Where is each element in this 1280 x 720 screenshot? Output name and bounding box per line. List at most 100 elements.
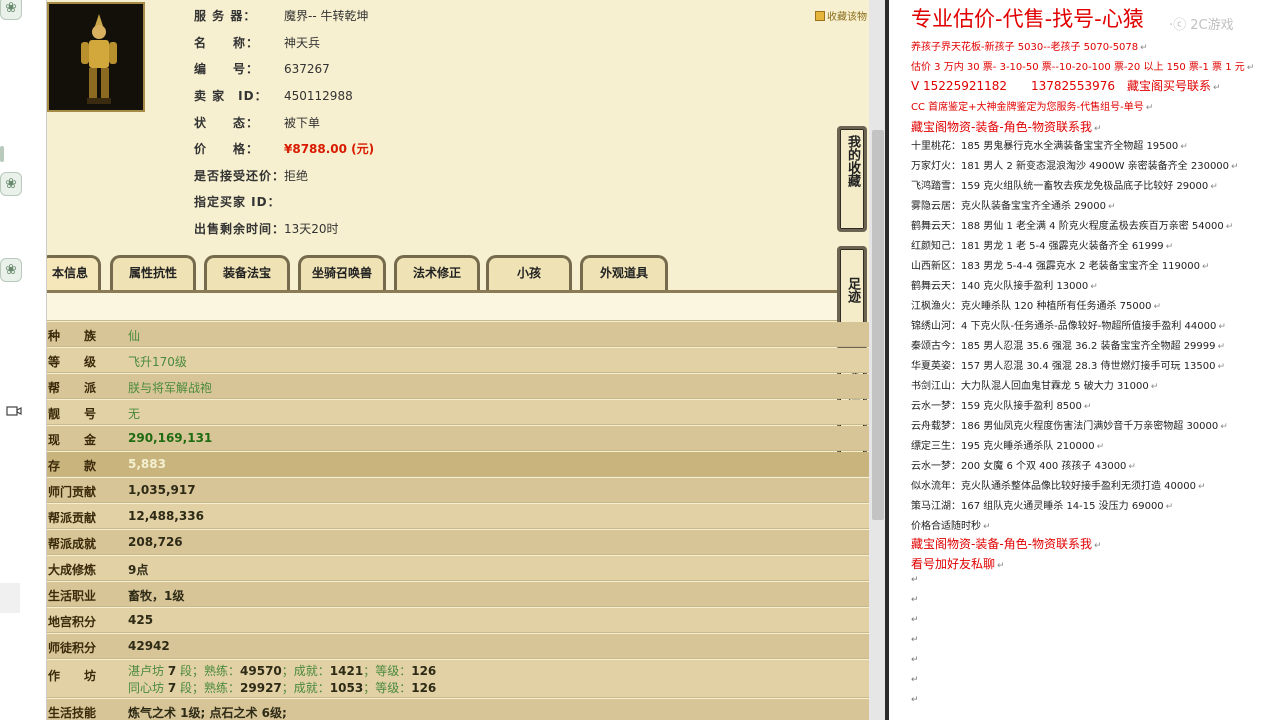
name-label: 名 称： <box>194 36 260 50</box>
paragraph-mark: ↵ <box>1090 282 1098 292</box>
doc-line: 鹤舞云天：140 克火队接手盈利 13000 ↵ <box>911 277 1098 292</box>
doc-line-text: 红颜知己：181 男龙 1 老 5-4 强霹克火装备齐全 61999 <box>911 241 1164 252</box>
row-value: 畜牧，1级 <box>128 589 185 603</box>
id-label: 编 号： <box>194 62 260 76</box>
camera-icon[interactable] <box>6 405 24 419</box>
row-key: 现 金 <box>48 433 97 447</box>
tab-attributes[interactable]: 属性抗性 <box>110 255 196 291</box>
tab-mounts-pets[interactable]: 坐骑召唤兽 <box>298 255 386 291</box>
doc-line: 藏宝阁物资-装备-角色-物资联系我 ↵ <box>911 535 1102 552</box>
tab-label: 小孩 <box>516 266 541 280</box>
row-key: 帮派成就 <box>48 537 97 551</box>
tab-children[interactable]: 小孩 <box>486 255 572 291</box>
doc-line-text: 云水一梦：159 克火队接手盈利 8500 <box>911 401 1082 412</box>
workshop-name: 同心坊 <box>128 681 165 695</box>
doc-line-text: 缥定三生：195 克火睡杀通杀队 210000 <box>911 441 1095 452</box>
paragraph-mark: ↵ <box>1220 422 1228 432</box>
doc-line-text: 雾隐云居：克火队装备宝宝齐全通杀 29000 <box>911 201 1106 212</box>
row-value: 仙 <box>128 329 141 343</box>
doc-line: 江枫渔火：克火睡杀队 120 种植所有任务通杀 75000 ↵ <box>911 297 1161 312</box>
app-icon[interactable]: ❀ <box>0 258 22 282</box>
doc-line: V 15225921182 13782553976 藏宝阁买号联系 ↵ <box>911 77 1221 94</box>
row-value: 飞升170级 <box>128 355 187 369</box>
app-icon[interactable] <box>0 146 4 162</box>
doc-line: 飞鸿踏雪：159 克火组队统一畜牧去疾龙免极品底子比较好 29000 ↵ <box>911 177 1218 192</box>
row-key: 种 族 <box>48 329 97 343</box>
paragraph-mark: ↵ <box>1128 462 1136 472</box>
scrollbar-thumb[interactable] <box>872 130 884 520</box>
id-value: 637267 <box>284 62 330 76</box>
info-status: 状 态： 被下单 <box>194 114 320 132</box>
doc-title: 专业估价-代售-找号-心猿 <box>911 7 1144 31</box>
row-key: 帮派贡献 <box>48 511 97 525</box>
doc-line: 似水流年：克火队通杀整体品像比较好接手盈利无须打造 40000 ↵ <box>911 477 1206 492</box>
doc-line-text: 策马江湖：167 组队克火通灵睡杀 14-15 没压力 69000 <box>911 501 1164 512</box>
row-key: 存 款 <box>48 459 97 473</box>
table-row: 师徒积分 42942 <box>47 634 869 659</box>
paragraph-mark: ↵ <box>1198 482 1206 492</box>
tab-equipment[interactable]: 装备法宝 <box>204 255 290 291</box>
workshop-sep: 段；熟练： <box>176 664 241 678</box>
tab-label: 装备法宝 <box>222 266 271 280</box>
paragraph-mark: ↵ <box>1165 242 1174 252</box>
info-name: 名 称： 神天兵 <box>194 34 320 52</box>
info-seller: 卖 家 ID： 450112988 <box>194 87 353 105</box>
doc-line-text: 估价 3 万内 30 票- 3-10-50 票--10-20-100 票-20 … <box>911 62 1245 73</box>
doc-line-text: 鹤舞云天：188 男仙 1 老全满 4 阶克火程度孟极去疾百万亲密 54000 <box>911 221 1224 232</box>
my-favorites-button[interactable]: 我的收藏 <box>837 126 867 232</box>
workshop-ach: 1421 <box>329 664 364 678</box>
left-sidebar-strip: ❀ ❀ ❀ <box>0 0 47 720</box>
server-label: 服 务 器： <box>194 9 257 23</box>
table-row: 种 族仙 <box>47 322 869 347</box>
empty-paragraph-mark: ↵ <box>911 615 919 625</box>
row-value: 42942 <box>128 639 170 653</box>
tab-basic-info[interactable]: 本信息 <box>47 255 101 291</box>
paragraph-mark: ↵ <box>1108 202 1116 212</box>
doc-line: 策马江湖：167 组队克火通灵睡杀 14-15 没压力 69000 ↵ <box>911 497 1173 512</box>
workshop-line: 同心坊 7 段；熟练：29927；成就：1053；等级：126 <box>128 679 436 696</box>
paragraph-mark: ↵ <box>1218 322 1226 332</box>
workshop-lv: 126 <box>411 681 437 695</box>
workshop-skill: 49570 <box>240 664 282 678</box>
workshop-lv: 126 <box>411 664 437 678</box>
workshop-level: 7 <box>167 664 177 678</box>
doc-line-text: 云水一梦：200 女魔 6 个双 400 孩孩子 43000 <box>911 461 1127 472</box>
item-detail-panel: 服 务 器： 魔界-- 牛转乾坤 名 称： 神天兵 编 号： 637267 卖 家 I… <box>47 0 869 720</box>
doc-line-text: 藏宝阁物资-装备-角色-物资联系我 <box>911 537 1092 551</box>
paragraph-mark: ↵ <box>1246 63 1255 73</box>
status-value: 被下单 <box>284 116 321 130</box>
workshop-skill: 29927 <box>240 681 282 695</box>
paragraph-mark: ↵ <box>1225 222 1234 232</box>
favorite-link[interactable]: 收藏该物 <box>815 8 867 23</box>
doc-line-text: 山西新区：183 男龙 5-4-4 强霹克水 2 老装备宝宝齐全 119000 <box>911 261 1200 272</box>
remaining-label: 出售剩余时间： <box>194 222 286 236</box>
workshop-sep: ；等级： <box>363 664 412 678</box>
paragraph-mark: ↵ <box>1153 302 1161 312</box>
paragraph-mark: ↵ <box>997 561 1005 571</box>
row-value: 朕与将军解战袍 <box>128 381 213 395</box>
doc-line-text: 书剑江山：大力队混人回血鬼甘霖龙 5 破大力 31000 <box>911 381 1149 392</box>
my-favorites-label: 我的收藏 <box>845 135 860 187</box>
doc-line: 雾隐云居：克火队装备宝宝齐全通杀 29000 ↵ <box>911 197 1116 212</box>
strip-tab[interactable] <box>0 583 20 613</box>
doc-line: 华夏英姿：157 男人忍混 30.4 强混 28.3 侍世燃灯接手可玩 1350… <box>911 357 1225 372</box>
tab-appearance[interactable]: 外观道具 <box>580 255 668 291</box>
app-icon[interactable]: ❀ <box>0 172 22 196</box>
name-value: 神天兵 <box>284 36 321 50</box>
doc-line: 云水一梦：200 女魔 6 个双 400 孩孩子 43000 ↵ <box>911 457 1136 472</box>
app-icon[interactable]: ❀ <box>0 0 22 20</box>
workshop-ach: 1053 <box>329 681 364 695</box>
doc-line-text: 云舟载梦：186 男仙凤克火程度伤害法门满妙音千万亲密物超 30000 <box>911 421 1219 432</box>
row-key: 师门贡献 <box>48 485 97 499</box>
doc-line: 万家灯火：181 男人 2 新变态混浪淘沙 4900W 亲密装备齐全 23000… <box>911 157 1239 172</box>
ad-document: 专业估价-代售-找号-心猿 ·ⓒ 2C游戏 养孩子界天花板-新孩子 5030--… <box>889 0 1280 720</box>
workshop-sep: 段；熟练： <box>176 681 241 695</box>
row-value: 5,883 <box>128 457 166 471</box>
tab-label: 属性抗性 <box>128 266 177 280</box>
tab-spell-mods[interactable]: 法术修正 <box>394 255 480 291</box>
server-value: 魔界-- 牛转乾坤 <box>284 9 369 23</box>
doc-line-text: CC 首席鉴定+大神金牌鉴定为您服务-代售组号-单号 <box>911 102 1144 113</box>
tab-label: 坐骑召唤兽 <box>311 266 372 280</box>
paragraph-mark: ↵ <box>1202 262 1210 272</box>
row-key: 生活技能 <box>48 706 97 720</box>
